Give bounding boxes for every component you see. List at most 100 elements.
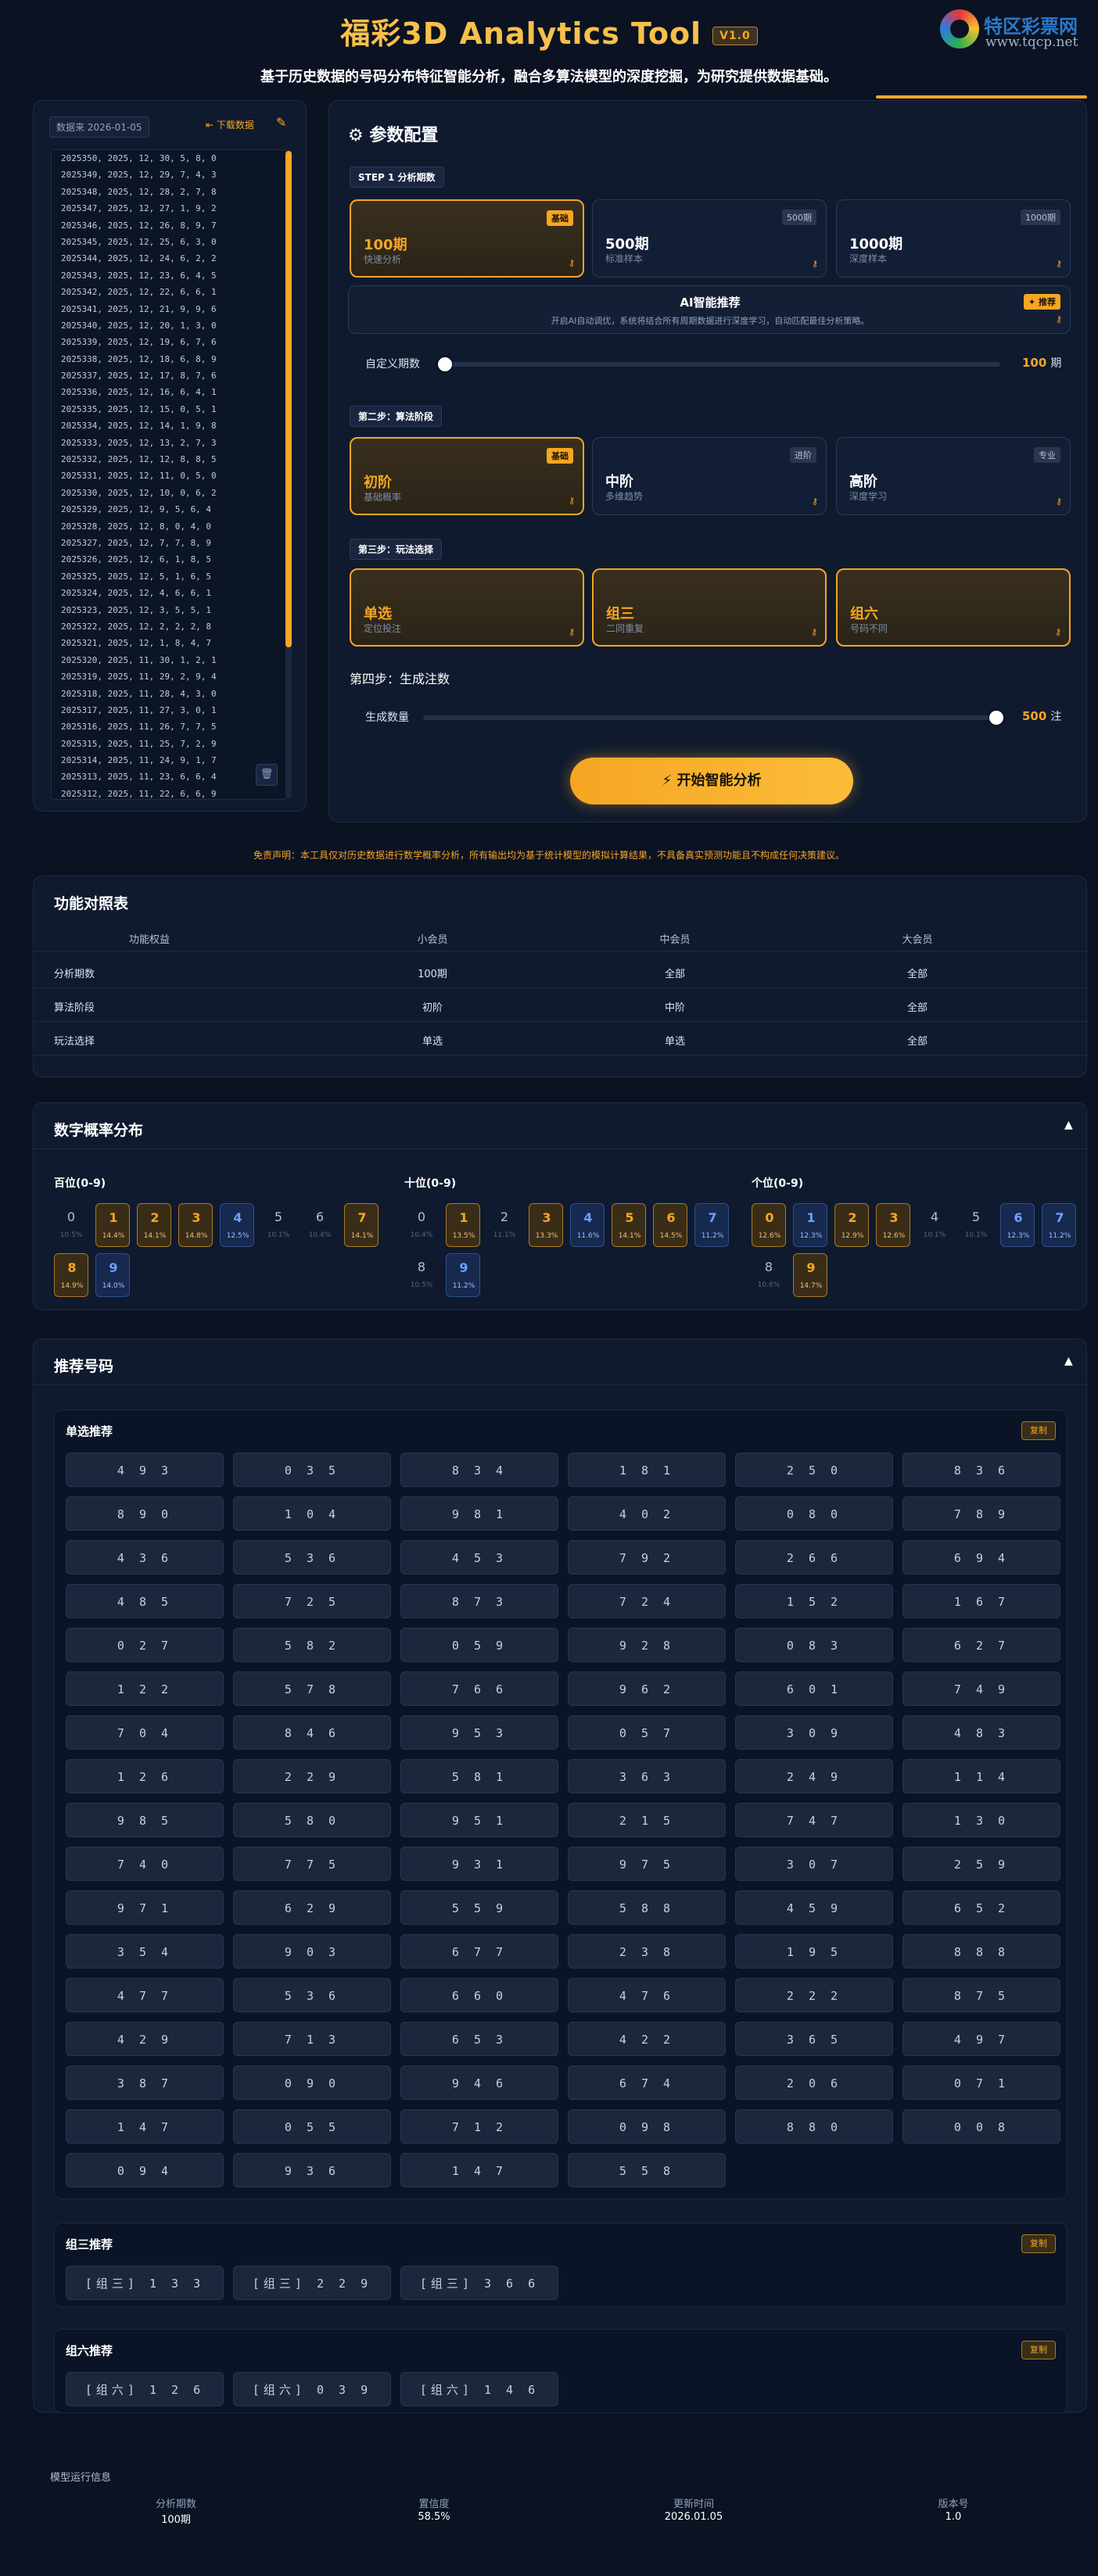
recommend-number[interactable]: 4 8 5 (66, 1584, 224, 1618)
recommend-number[interactable]: 5 3 6 (233, 1978, 391, 2012)
period-card-500[interactable]: 500期 500期 标准样本 ⚷ (592, 199, 827, 278)
recommend-number[interactable]: 4 9 7 (902, 2022, 1060, 2056)
recommend-number[interactable]: 7 0 4 (66, 1715, 224, 1750)
recommend-number[interactable]: 1 1 4 (902, 1759, 1060, 1793)
recommend-number[interactable]: 5 8 2 (233, 1628, 391, 1662)
recommend-number[interactable]: 3 5 4 (66, 1934, 224, 1969)
recommend-number[interactable]: 2 6 6 (735, 1540, 893, 1575)
collapse-icon[interactable]: ▲ (1064, 1119, 1073, 1131)
recommend-number[interactable]: 8 7 3 (400, 1584, 558, 1618)
stage-card-basic[interactable]: 基础 初阶 基础概率 ⚷ (350, 437, 584, 515)
recommend-number[interactable]: [组三] 1 3 3 (66, 2266, 224, 2300)
recommend-number[interactable]: 4 5 3 (400, 1540, 558, 1575)
recommend-number[interactable]: 6 5 2 (902, 1890, 1060, 1925)
recommend-number[interactable]: 0 5 9 (400, 1628, 558, 1662)
recommend-number[interactable]: 9 6 2 (568, 1671, 726, 1706)
recommend-number[interactable]: 1 4 7 (400, 2153, 558, 2187)
recommend-number[interactable]: 7 2 5 (233, 1584, 391, 1618)
recommend-number[interactable]: 7 9 2 (568, 1540, 726, 1575)
recommend-number[interactable]: 9 0 3 (233, 1934, 391, 1969)
recommend-number[interactable]: 1 8 1 (568, 1453, 726, 1487)
recommend-number[interactable]: 0 8 3 (735, 1628, 893, 1662)
copy-single-button[interactable]: 复制 (1021, 1421, 1056, 1440)
recommend-number[interactable]: 0 9 0 (233, 2065, 391, 2100)
recommend-number[interactable]: 1 4 7 (66, 2109, 224, 2144)
recommend-number[interactable]: 4 0 2 (568, 1496, 726, 1531)
clear-data-button[interactable]: 🗑 (256, 764, 278, 786)
recommend-number[interactable]: 6 0 1 (735, 1671, 893, 1706)
recommend-number[interactable]: 1 5 2 (735, 1584, 893, 1618)
recommend-number[interactable]: 9 3 6 (233, 2153, 391, 2187)
recommend-number[interactable]: 1 3 0 (902, 1803, 1060, 1837)
recommend-number[interactable]: 2 0 6 (735, 2065, 893, 2100)
recommend-number[interactable]: 5 3 6 (233, 1540, 391, 1575)
recommend-number[interactable]: 8 7 5 (902, 1978, 1060, 2012)
recommend-number[interactable]: 3 6 5 (735, 2022, 893, 2056)
custom-period-slider-knob[interactable] (438, 357, 452, 371)
recommend-number[interactable]: 7 4 7 (735, 1803, 893, 1837)
recommend-number[interactable]: 3 0 7 (735, 1847, 893, 1881)
recommend-number[interactable]: 5 8 0 (233, 1803, 391, 1837)
recommend-number[interactable]: [组三] 3 6 6 (400, 2266, 558, 2300)
recommend-number[interactable]: 2 1 5 (568, 1803, 726, 1837)
recommend-number[interactable]: 5 5 9 (400, 1890, 558, 1925)
recommend-number[interactable]: 0 3 5 (233, 1453, 391, 1487)
recommend-number[interactable]: 2 2 9 (233, 1759, 391, 1793)
recommend-number[interactable]: 0 5 7 (568, 1715, 726, 1750)
recommend-number[interactable]: 4 2 9 (66, 2022, 224, 2056)
recommend-number[interactable]: 8 3 6 (902, 1453, 1060, 1487)
recommend-number[interactable]: 4 3 6 (66, 1540, 224, 1575)
recommend-number[interactable]: 6 6 0 (400, 1978, 558, 2012)
recommend-number[interactable]: 4 5 9 (735, 1890, 893, 1925)
recommend-number[interactable]: 0 5 5 (233, 2109, 391, 2144)
recommend-number[interactable]: 2 5 9 (902, 1847, 1060, 1881)
recommend-number[interactable]: 9 8 1 (400, 1496, 558, 1531)
recommend-number[interactable]: 7 2 4 (568, 1584, 726, 1618)
recommend-number[interactable]: 5 5 8 (568, 2153, 726, 2187)
recommend-number[interactable]: 4 8 3 (902, 1715, 1060, 1750)
play-card-single[interactable]: 单选 定位投注 ⚷ (350, 568, 584, 647)
recommend-number[interactable]: 8 3 4 (400, 1453, 558, 1487)
ai-recommend-card[interactable]: ✦ 推荐 AI智能推荐 开启AI自动调优，系统将结合所有周期数据进行深度学习，自… (348, 285, 1071, 334)
custom-period-slider[interactable] (445, 362, 1000, 367)
recommend-number[interactable]: 8 9 0 (66, 1496, 224, 1531)
recommend-number[interactable]: 2 5 0 (735, 1453, 893, 1487)
site-logo[interactable]: 特区彩票网 www.tqcp.net (940, 9, 1089, 52)
download-data-button[interactable]: ⇤ 下载数据 (206, 118, 254, 131)
recommend-number[interactable]: 6 9 4 (902, 1540, 1060, 1575)
recommend-number[interactable]: 2 2 2 (735, 1978, 893, 2012)
recommend-number[interactable]: 1 2 6 (66, 1759, 224, 1793)
start-analysis-button[interactable]: ⚡ 开始智能分析 (570, 758, 853, 804)
recommend-number[interactable]: 0 8 0 (735, 1496, 893, 1531)
recommend-number[interactable]: 7 6 6 (400, 1671, 558, 1706)
recommend-number[interactable]: 0 9 8 (568, 2109, 726, 2144)
recommend-number[interactable]: 7 4 0 (66, 1847, 224, 1881)
recommend-number[interactable]: 6 7 4 (568, 2065, 726, 2100)
recommend-number[interactable]: 4 9 3 (66, 1453, 224, 1487)
recommend-number[interactable]: 7 1 2 (400, 2109, 558, 2144)
recommend-number[interactable]: 5 8 1 (400, 1759, 558, 1793)
recommend-number[interactable]: [组六] 1 2 6 (66, 2372, 224, 2406)
recommend-number[interactable]: 1 9 5 (735, 1934, 893, 1969)
recommend-number[interactable]: [组三] 2 2 9 (233, 2266, 391, 2300)
recommend-number[interactable]: 3 8 7 (66, 2065, 224, 2100)
stage-card-high[interactable]: 专业 高阶 深度学习 ⚷ (836, 437, 1071, 515)
recommend-number[interactable]: 9 5 3 (400, 1715, 558, 1750)
recommend-number[interactable]: 1 2 2 (66, 1671, 224, 1706)
recommend-number[interactable]: 0 7 1 (902, 2065, 1060, 2100)
recommend-number[interactable]: 9 7 5 (568, 1847, 726, 1881)
collapse-icon[interactable]: ▲ (1064, 1355, 1073, 1367)
recommend-number[interactable]: 8 4 6 (233, 1715, 391, 1750)
period-card-100[interactable]: 基础 100期 快速分析 ⚷ (350, 199, 584, 278)
recommend-number[interactable]: 0 0 8 (902, 2109, 1060, 2144)
recommend-number[interactable]: 9 4 6 (400, 2065, 558, 2100)
recommend-number[interactable]: 9 5 1 (400, 1803, 558, 1837)
recommend-number[interactable]: 9 3 1 (400, 1847, 558, 1881)
recommend-number[interactable]: 7 4 9 (902, 1671, 1060, 1706)
play-card-group6[interactable]: 组六 号码不同 ⚷ (836, 568, 1071, 647)
period-card-1000[interactable]: 1000期 1000期 深度样本 ⚷ (836, 199, 1071, 278)
copy-group3-button[interactable]: 复制 (1021, 2234, 1056, 2253)
gen-count-slider-knob[interactable] (989, 711, 1003, 725)
recommend-number[interactable]: 7 1 3 (233, 2022, 391, 2056)
recommend-number[interactable]: 6 7 7 (400, 1934, 558, 1969)
